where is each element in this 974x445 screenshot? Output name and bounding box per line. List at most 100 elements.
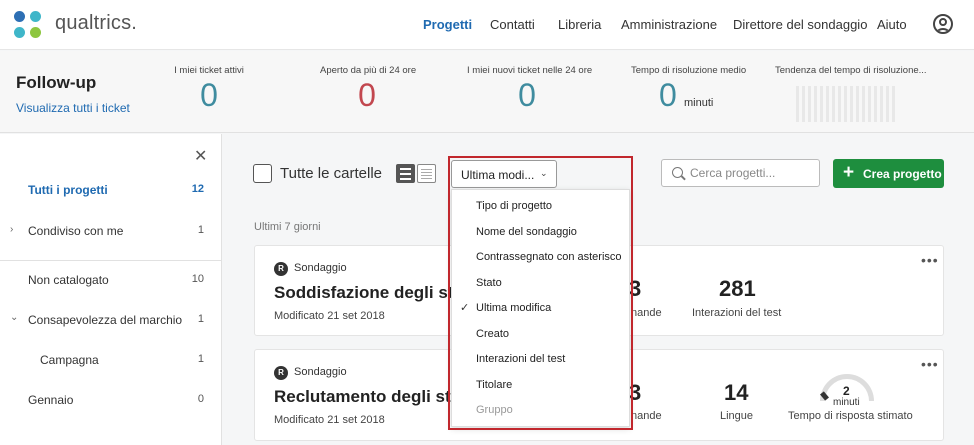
- sidebar-item-brand-awareness[interactable]: ⌄ Consapevolezza del marchio 1: [0, 304, 222, 334]
- chevron-right-icon[interactable]: ›: [10, 224, 13, 235]
- nav-progetti[interactable]: Progetti: [423, 17, 472, 32]
- stat-label: I miei ticket attivi: [174, 65, 244, 76]
- nav-amministrazione[interactable]: Amministrazione: [621, 17, 717, 32]
- sort-select[interactable]: Ultima modi... ⌄: [451, 160, 557, 188]
- sidebar-item-label: Campagna: [40, 353, 99, 367]
- gauge-value: 2: [843, 384, 850, 398]
- project-title[interactable]: Soddisfazione degli stu...: [274, 283, 478, 303]
- stat-resolution-trend: Tendenza del tempo di risoluzione...: [775, 65, 927, 76]
- followup-summary: Follow-up Visualizza tutti i ticket I mi…: [0, 51, 974, 133]
- chevron-down-icon[interactable]: ⌄: [10, 312, 18, 323]
- sidebar-item-label: Non catalogato: [28, 273, 109, 287]
- trend-bar: [868, 86, 871, 122]
- stat-label: nande: [631, 307, 662, 319]
- sidebar-item-label: Tutti i progetti: [28, 183, 108, 197]
- project-type: Sondaggio: [294, 366, 347, 378]
- project-title[interactable]: Reclutamento degli st...: [274, 387, 465, 407]
- stat-label: Lingue: [720, 410, 754, 422]
- sidebar-item-label: Condiviso con me: [28, 224, 124, 238]
- search-box: [661, 159, 820, 187]
- trend-bar: [892, 86, 895, 122]
- sort-option-owner[interactable]: Titolare: [452, 373, 631, 397]
- sort-option-label: Contrassegnato con asterisco: [476, 251, 622, 263]
- sidebar-item-label: Gennaio: [28, 393, 74, 407]
- sort-option-status[interactable]: Stato: [452, 271, 631, 295]
- sidebar-item-january[interactable]: Gennaio 0: [0, 384, 222, 414]
- survey-type-icon: R: [274, 262, 288, 276]
- sort-option-project-type[interactable]: Tipo di progetto: [452, 194, 631, 218]
- stat-label: Tendenza del tempo di risoluzione...: [775, 65, 927, 76]
- nav-aiuto[interactable]: Aiuto: [877, 17, 907, 32]
- close-icon[interactable]: ✕: [194, 146, 207, 166]
- stat-value: 0: [200, 77, 218, 113]
- trend-bar: [808, 86, 811, 122]
- sidebar-item-count: 12: [191, 183, 204, 195]
- sidebar-item-shared-with-me[interactable]: › Condiviso con me 1: [0, 215, 222, 245]
- sort-option-label: Stato: [476, 276, 502, 289]
- sort-option-label: Interazioni del test: [476, 353, 566, 365]
- stat-label: Interazioni del test: [692, 307, 782, 319]
- create-project-button[interactable]: + Crea progetto: [833, 159, 944, 188]
- stat-value: 14: [724, 380, 749, 405]
- stat-unit: minuti: [684, 97, 714, 109]
- user-account-icon[interactable]: [933, 14, 953, 34]
- sort-dropdown-menu: Tipo di progetto Nome del sondaggio Cont…: [451, 189, 630, 427]
- folder-sidebar: ✕ Tutti i progetti 12 › Condiviso con me…: [0, 134, 222, 445]
- stat-open-over-24h: Aperto da più di 24 ore 0: [320, 65, 417, 113]
- sidebar-item-count: 1: [197, 224, 204, 236]
- all-folders-checkbox[interactable]: [253, 164, 272, 183]
- trend-bar: [862, 86, 865, 122]
- trend-bar: [874, 86, 877, 122]
- more-options-icon[interactable]: •••: [921, 252, 939, 268]
- stat-label: Tempo di risoluzione medio: [631, 65, 747, 76]
- trend-bar: [850, 86, 853, 122]
- sidebar-item-count: 10: [191, 273, 204, 285]
- sidebar-item-count: 1: [197, 353, 204, 365]
- compact-view-icon[interactable]: [417, 164, 436, 183]
- sort-option-label: Nome del sondaggio: [476, 225, 577, 238]
- stat-value: 0: [358, 77, 376, 113]
- sort-select-value: Ultima modi...: [461, 168, 535, 182]
- plus-icon: +: [843, 162, 855, 183]
- more-options-icon[interactable]: •••: [921, 356, 939, 372]
- sort-option-survey-name[interactable]: Nome del sondaggio: [452, 220, 631, 244]
- search-icon: [672, 167, 683, 178]
- sort-option-label: Ultima modifica: [476, 302, 552, 314]
- sort-option-test-interactions[interactable]: Interazioni del test: [452, 347, 631, 371]
- stat-active-tickets: I miei ticket attivi 0: [174, 65, 244, 112]
- nav-libreria[interactable]: Libreria: [558, 17, 601, 32]
- sort-option-label: Tipo di progetto: [476, 200, 553, 212]
- chevron-down-icon: ⌄: [540, 168, 548, 178]
- view-all-tickets-link[interactable]: Visualizza tutti i ticket: [16, 101, 130, 115]
- sort-option-group: Gruppo: [452, 398, 631, 422]
- sidebar-item-uncategorized[interactable]: Non catalogato 10: [0, 264, 222, 294]
- trend-bar: [802, 86, 805, 122]
- nav-direttore-del-sondaggio[interactable]: Direttore del sondaggio: [733, 17, 867, 32]
- sidebar-item-label: Consapevolezza del marchio: [28, 313, 183, 327]
- all-folders-label[interactable]: Tutte le cartelle: [280, 165, 382, 182]
- survey-type-icon: R: [274, 366, 288, 380]
- trend-bar: [880, 86, 883, 122]
- stat-label: Aperto da più di 24 ore: [320, 65, 417, 76]
- search-input[interactable]: [690, 165, 815, 181]
- list-view-icon[interactable]: [396, 164, 415, 183]
- sort-option-last-modified[interactable]: ✓ Ultima modifica: [452, 296, 631, 320]
- resolution-trend-sparkline: [796, 86, 900, 122]
- sidebar-divider: [0, 260, 222, 261]
- sort-option-label: Titolare: [476, 378, 513, 391]
- followup-title: Follow-up: [16, 73, 97, 92]
- nav-contatti[interactable]: Contatti: [490, 17, 535, 32]
- sort-option-starred[interactable]: Contrassegnato con asterisco: [452, 245, 631, 269]
- project-modified: Modificato 21 set 2018: [274, 414, 385, 426]
- trend-bar: [886, 86, 889, 122]
- stat-label: Tempo di risposta stimato: [788, 410, 913, 422]
- sidebar-item-all-projects[interactable]: Tutti i progetti 12: [0, 174, 222, 204]
- sidebar-item-campaign[interactable]: Campagna 1: [0, 344, 222, 374]
- sort-option-label: Gruppo: [476, 404, 513, 416]
- project-type: Sondaggio: [294, 262, 347, 274]
- trend-bar: [838, 86, 841, 122]
- checkmark-icon: ✓: [460, 302, 470, 314]
- sort-option-created[interactable]: Creato: [452, 322, 631, 346]
- trend-bar: [826, 86, 829, 122]
- trend-bar: [814, 86, 817, 122]
